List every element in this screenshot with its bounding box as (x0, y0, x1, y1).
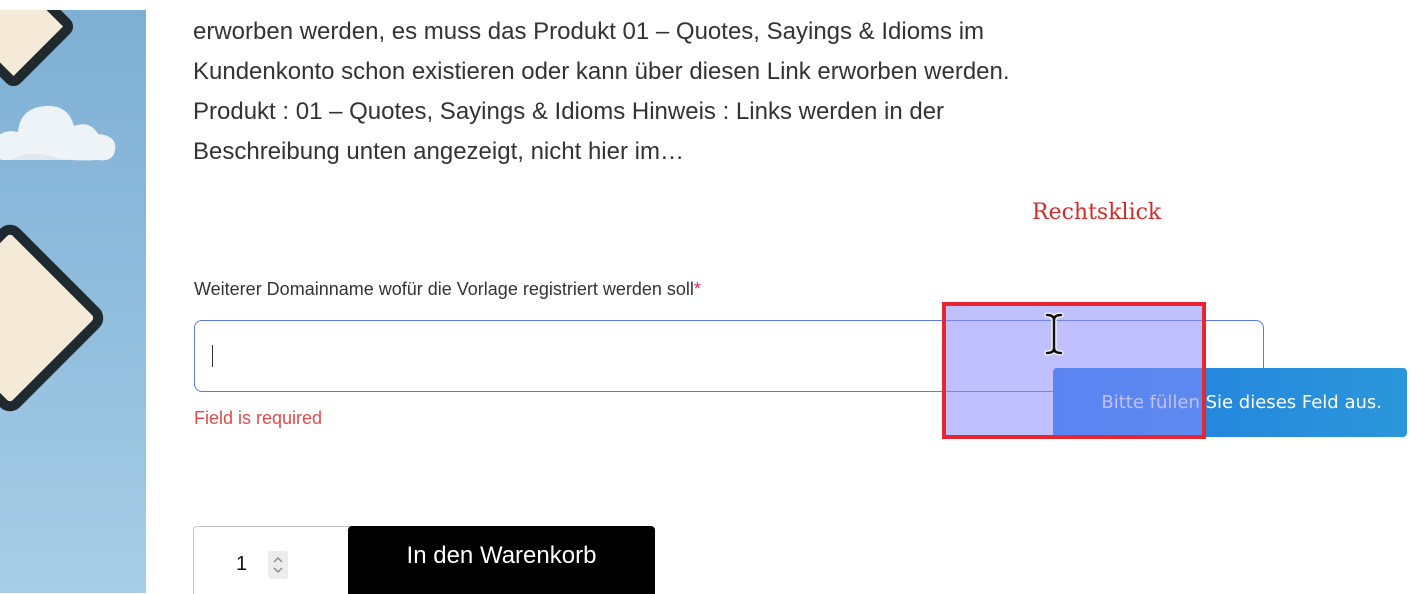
field-error-message: Field is required (194, 408, 323, 428)
add-to-cart-label: In den Warenkorb (406, 542, 597, 569)
add-to-cart-button[interactable]: In den Warenkorb (348, 526, 655, 594)
text-ibeam-cursor-icon (1044, 312, 1064, 356)
diamond-shape (0, 219, 109, 417)
description-line: Kundenkonto schon existieren oder kann ü… (193, 58, 1010, 85)
decorative-side-image (0, 10, 146, 593)
product-description: erworben werden, es muss das Produkt 01 … (193, 12, 1203, 172)
cloud-icon (0, 105, 116, 161)
text-caret (212, 345, 213, 367)
domain-field-label: Weiterer Domainname wofür die Vorlage re… (194, 279, 701, 300)
domain-field-label-text: Weiterer Domainname wofür die Vorlage re… (194, 279, 694, 299)
up-down-spinner-icon[interactable] (268, 551, 288, 579)
annotation-highlight-box (942, 302, 1206, 439)
corner-shape (0, 10, 78, 91)
description-line: Beschreibung unten angezeigt, nicht hier… (193, 138, 684, 165)
description-line: erworben werden, es muss das Produkt 01 … (193, 18, 985, 45)
required-marker: * (693, 279, 701, 299)
description-line: Produkt : 01 – Quotes, Sayings & Idioms … (193, 98, 945, 125)
page: erworben werden, es muss das Produkt 01 … (0, 0, 1411, 594)
quantity-value: 1 (236, 553, 248, 575)
annotation-label: Rechtsklick (1032, 200, 1162, 225)
